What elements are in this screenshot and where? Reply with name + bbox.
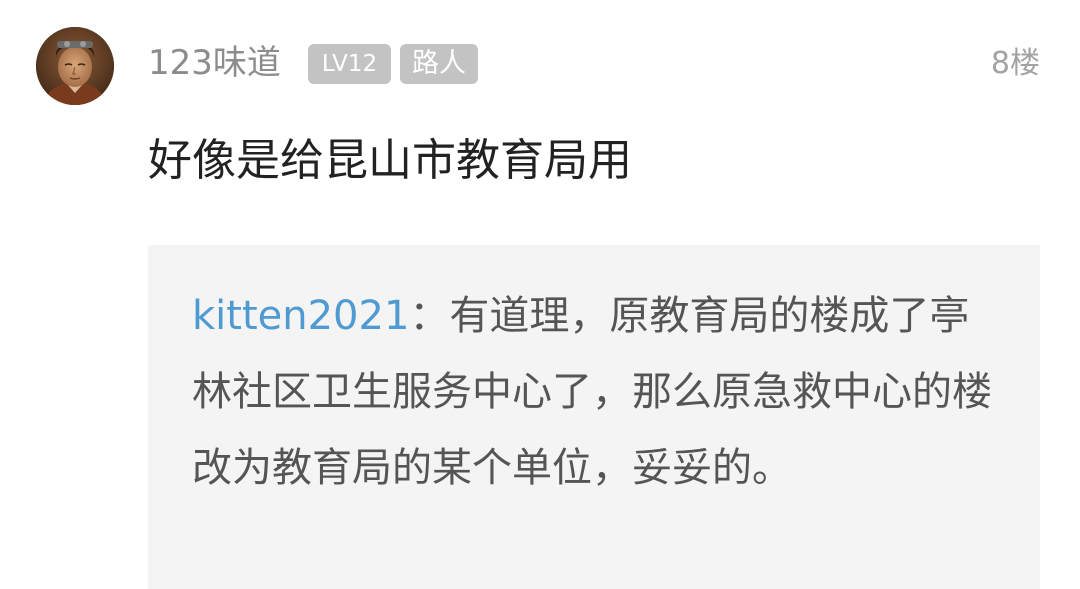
reply-content: 好像是给昆山市教育局用 xyxy=(148,135,632,186)
avatar[interactable] xyxy=(36,27,114,105)
quoted-comment-separator: ： xyxy=(409,293,450,339)
username[interactable]: 123味道 xyxy=(148,40,281,86)
quoted-comment-author[interactable]: kitten2021 xyxy=(192,293,409,339)
avatar-portrait-icon xyxy=(36,27,114,105)
floor-number: 8楼 xyxy=(990,46,1040,81)
quoted-comment[interactable]: kitten2021：有道理，原教育局的楼成了亭林社区卫生服务中心了，那么原急救… xyxy=(148,245,1040,589)
level-badge: LV12 xyxy=(308,44,391,84)
post-item: 123味道 LV12 路人 8楼 好像是给昆山市教育局用 kitten2021：… xyxy=(0,0,1080,589)
role-badge: 路人 xyxy=(400,44,478,84)
quoted-comment-body: kitten2021：有道理，原教育局的楼成了亭林社区卫生服务中心了，那么原急救… xyxy=(192,278,1004,506)
